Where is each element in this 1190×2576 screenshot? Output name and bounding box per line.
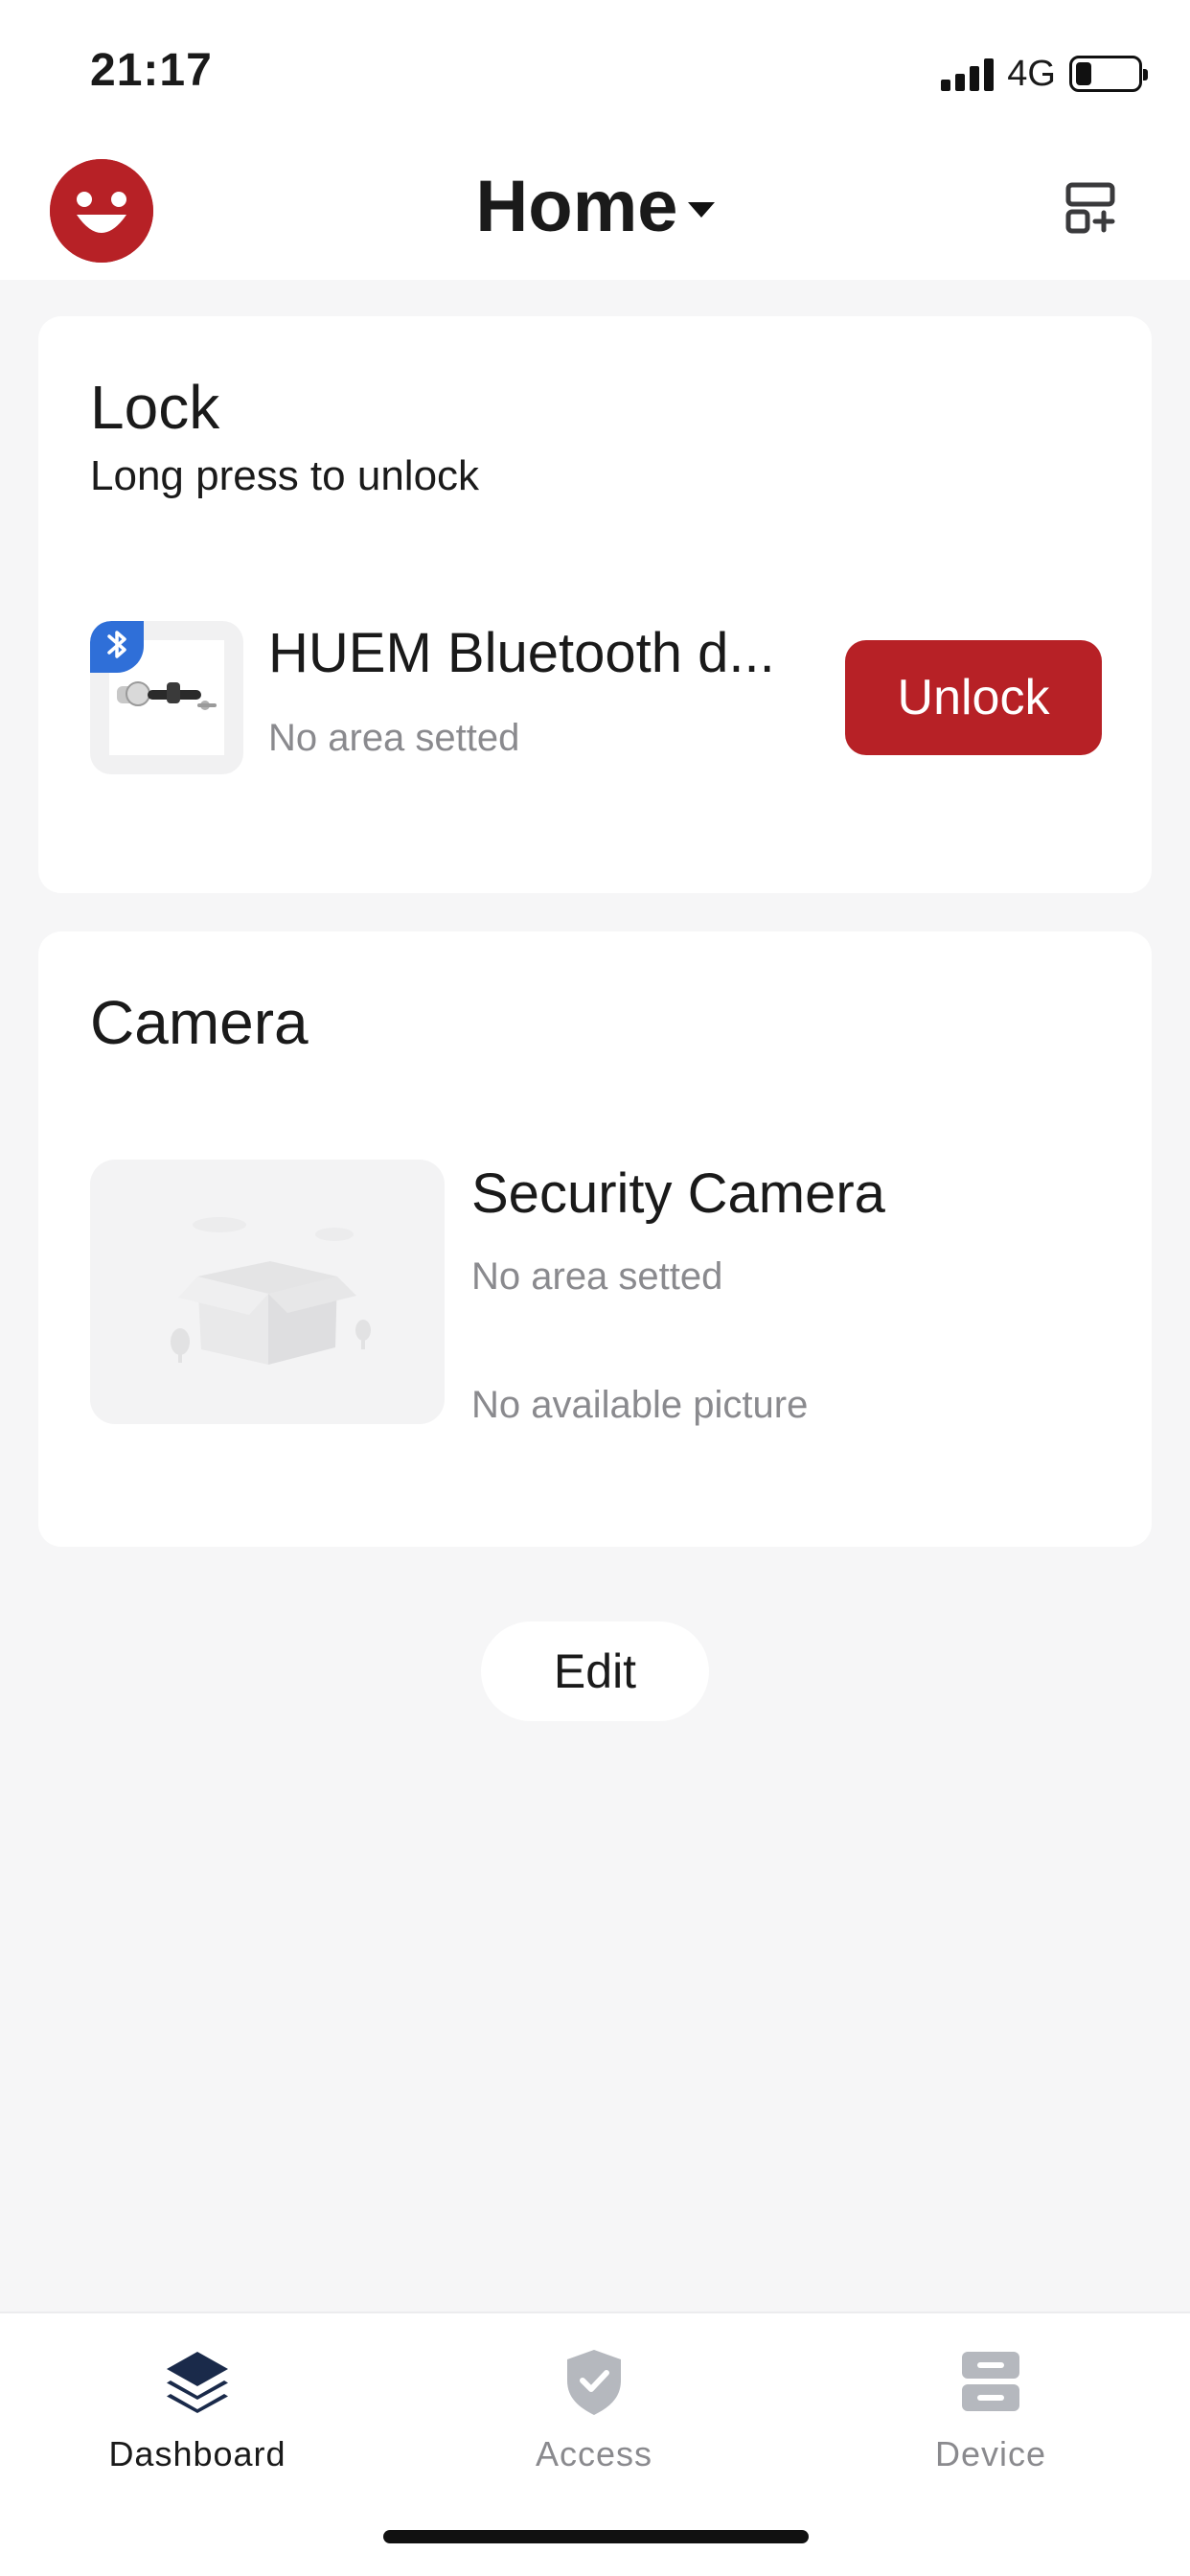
caret-down-icon xyxy=(687,201,715,218)
layers-icon xyxy=(167,2352,228,2413)
lock-device-area: No area setted xyxy=(268,717,520,759)
add-layout-icon xyxy=(1065,182,1115,234)
camera-picture-status: No available picture xyxy=(471,1384,809,1426)
tab-label-dashboard: Dashboard xyxy=(108,2434,286,2473)
tab-label-access: Access xyxy=(535,2434,653,2473)
status-time: 21:17 xyxy=(90,45,213,96)
lock-device-image[interactable] xyxy=(90,621,243,774)
lock-card: Lock Long press to unlock HUEM Bluetooth… xyxy=(38,316,1152,893)
tab-access[interactable]: Access xyxy=(469,2342,719,2476)
home-indicator xyxy=(383,2530,809,2543)
camera-device-area: No area setted xyxy=(471,1255,723,1298)
lock-card-title: Lock xyxy=(90,373,220,442)
tab-label-device: Device xyxy=(934,2434,1047,2473)
camera-card-title: Camera xyxy=(90,988,309,1057)
camera-preview[interactable] xyxy=(90,1160,445,1424)
shield-check-icon xyxy=(567,2350,621,2415)
server-icon xyxy=(962,2352,1019,2411)
page-title: Home xyxy=(475,166,678,247)
empty-box-icon xyxy=(171,1217,371,1365)
status-indicators: 4G xyxy=(941,50,1148,98)
tab-dashboard[interactable]: Dashboard xyxy=(73,2342,322,2476)
network-label: 4G xyxy=(1007,53,1056,94)
bluetooth-icon xyxy=(90,621,144,673)
lock-device-name[interactable]: HUEM Bluetooth d... xyxy=(268,621,775,685)
home-selector[interactable]: Home xyxy=(0,165,1190,248)
camera-card: Camera Security Camera No area setted No… xyxy=(38,932,1152,1547)
camera-device-name[interactable]: Security Camera xyxy=(471,1162,885,1226)
tab-device[interactable]: Device xyxy=(866,2342,1115,2476)
lock-card-subtitle: Long press to unlock xyxy=(90,452,480,499)
battery-icon xyxy=(1069,56,1148,92)
unlock-button[interactable]: Unlock xyxy=(845,640,1102,755)
signal-icon xyxy=(941,57,995,91)
edit-button[interactable]: Edit xyxy=(481,1622,709,1721)
add-layout-button[interactable] xyxy=(1065,182,1115,236)
top-bar: 21:17 4G Home xyxy=(0,0,1190,280)
